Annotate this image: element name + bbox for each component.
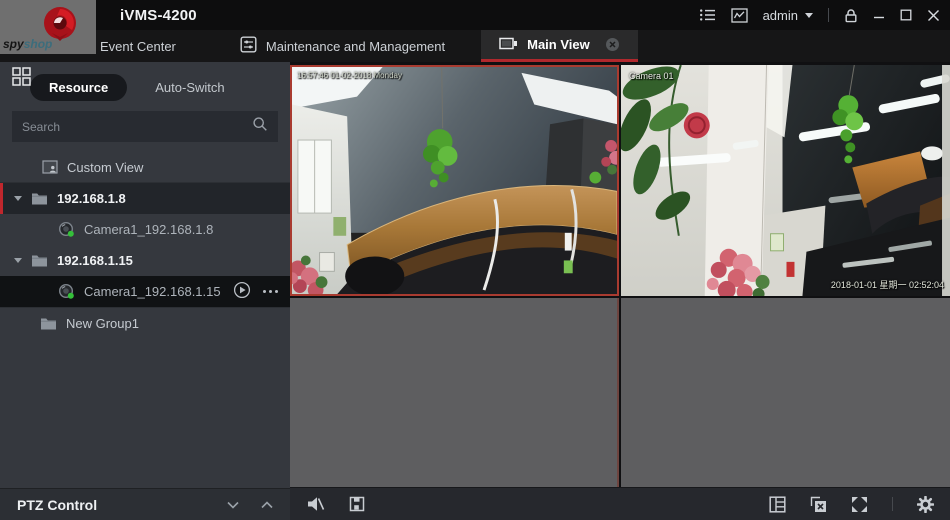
tab-maintenance-management[interactable]: Maintenance and Management — [222, 30, 463, 62]
user-menu[interactable]: admin — [763, 8, 813, 23]
record-save-icon[interactable] — [349, 496, 365, 512]
tree-item-label: 192.168.1.8 — [57, 191, 126, 206]
sidebar-tabs: Resource Auto-Switch — [0, 62, 290, 110]
osd-timestamp: 2018-01-01 星期一 02:52:04 — [831, 278, 944, 291]
video-toolbar — [290, 487, 950, 520]
tree-group-192-168-1-15[interactable]: 192.168.1.15 — [0, 245, 290, 276]
folder-icon — [40, 317, 57, 330]
ptz-control-label: PTZ Control — [17, 497, 205, 513]
resource-sidebar: Resource Auto-Switch Custom View — [0, 62, 290, 488]
selected-group-accent — [0, 183, 3, 214]
more-options-icon[interactable] — [263, 290, 278, 293]
tree-item-label: New Group1 — [66, 316, 139, 331]
toolbar-divider — [892, 497, 893, 511]
camera-lens-icon — [58, 283, 75, 300]
camera-lens-icon — [58, 221, 75, 238]
search-input[interactable] — [22, 120, 252, 134]
maximize-button[interactable] — [900, 9, 912, 21]
chevron-up-icon[interactable] — [261, 501, 273, 509]
lock-icon[interactable] — [844, 8, 858, 23]
tree-item-custom-view[interactable]: Custom View — [0, 152, 290, 183]
fullscreen-icon[interactable] — [851, 496, 868, 513]
custom-view-icon — [42, 160, 58, 174]
tree-group-new-group1[interactable]: New Group1 — [0, 307, 290, 338]
tab-bar: Event Center Maintenance and Management … — [0, 30, 950, 62]
search-icon[interactable] — [252, 116, 268, 137]
tree-camera-192-168-1-15[interactable]: Camera1_192.168.1.15 — [0, 276, 290, 307]
user-name: admin — [763, 8, 798, 23]
tab-auto-switch[interactable]: Auto-Switch — [155, 80, 224, 95]
close-button[interactable] — [927, 9, 940, 22]
video-grid: 16:57:46 01-02-2018 Monday — [290, 62, 950, 520]
apps-grid-icon[interactable] — [12, 67, 31, 91]
expand-caret-icon[interactable] — [14, 196, 22, 201]
search-box — [12, 111, 278, 142]
camera2-feed — [621, 65, 950, 296]
osd-camera-name: Camera 01 — [629, 71, 674, 81]
play-icon[interactable] — [233, 281, 251, 302]
watermark-text: spyshop — [3, 37, 52, 51]
window-division-icon[interactable] — [769, 496, 786, 513]
tab-label: Event Center — [100, 39, 176, 54]
tab-main-view[interactable]: Main View — [481, 30, 638, 62]
maintenance-icon — [240, 36, 257, 56]
tab-resource[interactable]: Resource — [30, 74, 127, 101]
video-pane-3-empty[interactable] — [290, 298, 619, 487]
system-monitor-icon[interactable] — [731, 8, 748, 23]
device-tree: Custom View 192.168.1.8 Camera1_192.168.… — [0, 152, 290, 338]
expand-caret-icon[interactable] — [14, 258, 22, 263]
folder-icon — [31, 254, 48, 267]
tab-label: Main View — [527, 37, 590, 52]
title-bar: iVMS-4200 admin — [0, 0, 950, 30]
tree-camera-192-168-1-8[interactable]: Camera1_192.168.1.8 — [0, 214, 290, 245]
folder-icon — [31, 192, 48, 205]
camera1-feed — [292, 67, 617, 294]
tree-item-label: 192.168.1.15 — [57, 253, 133, 268]
minimize-button[interactable] — [873, 9, 885, 21]
task-list-icon[interactable] — [699, 8, 716, 22]
tree-item-label: Camera1_192.168.1.8 — [84, 222, 213, 237]
tab-label: Maintenance and Management — [266, 39, 445, 54]
video-pane-2[interactable]: Camera 01 2018-01-01 星期一 02:52:04 — [621, 65, 950, 296]
mute-audio-icon[interactable] — [306, 496, 325, 512]
ptz-control-panel[interactable]: PTZ Control — [0, 488, 290, 520]
settings-gear-icon[interactable] — [917, 496, 934, 513]
ivms-window: iVMS-4200 admin — [0, 0, 950, 520]
tab-close-icon[interactable] — [605, 37, 620, 52]
titlebar-divider — [828, 8, 829, 22]
osd-timestamp: 16:57:46 01-02-2018 Monday — [297, 71, 402, 80]
app-title: iVMS-4200 — [120, 7, 197, 24]
stop-all-icon[interactable] — [810, 496, 827, 513]
chevron-down-icon[interactable] — [227, 501, 239, 509]
main-view-icon — [499, 36, 518, 54]
video-pane-4-empty[interactable] — [621, 298, 950, 487]
tree-group-192-168-1-8[interactable]: 192.168.1.8 — [0, 183, 290, 214]
tree-item-label: Custom View — [67, 160, 143, 175]
tree-item-label: Camera1_192.168.1.15 — [84, 284, 221, 299]
video-pane-1[interactable]: 16:57:46 01-02-2018 Monday — [290, 65, 619, 296]
chevron-down-icon — [805, 13, 813, 18]
